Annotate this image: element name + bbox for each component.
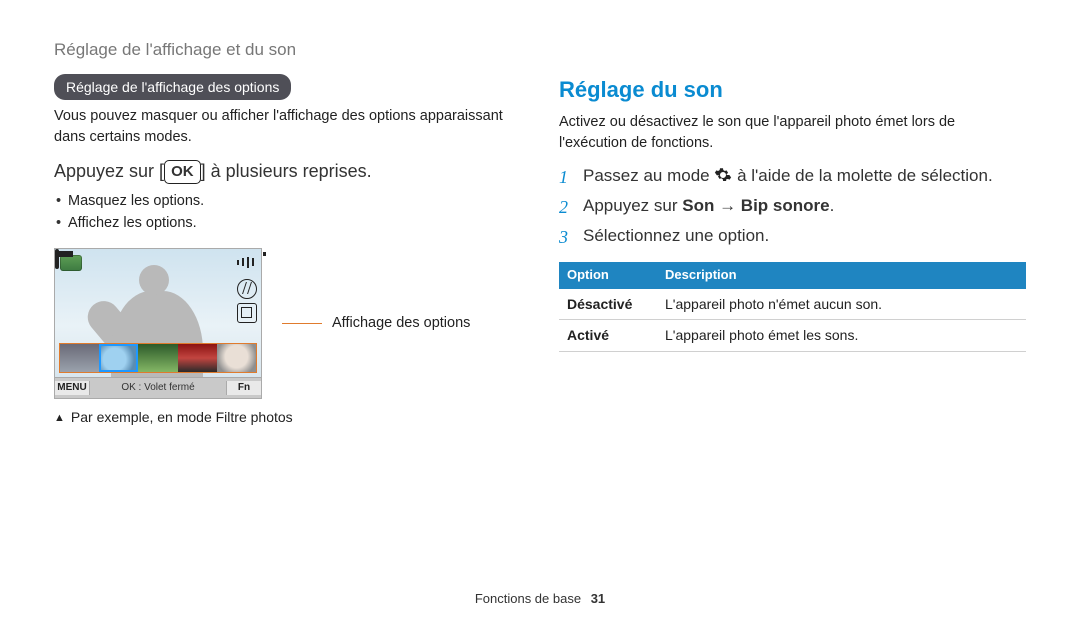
step2-bold-son: Son bbox=[682, 196, 714, 215]
ok-button-glyph: OK bbox=[164, 160, 201, 184]
step3-text: Sélectionnez une option. bbox=[583, 224, 769, 249]
options-highlight-box bbox=[59, 343, 257, 373]
step-2: 2 Appuyez sur Son → Bip sonore. bbox=[559, 194, 1026, 220]
footer-page-number: 31 bbox=[591, 591, 605, 606]
thumb-1 bbox=[60, 344, 99, 372]
cell-desc: L'appareil photo n'émet aucun son. bbox=[657, 289, 1026, 320]
menu-softkey: MENU bbox=[55, 381, 90, 396]
step2-bold-bip: Bip sonore bbox=[741, 196, 830, 215]
thumb-3 bbox=[138, 344, 177, 372]
filter-thumbnails bbox=[60, 344, 256, 372]
caption-text: Par exemple, en mode Filtre photos bbox=[71, 409, 293, 425]
thumb-2-selected bbox=[99, 344, 138, 372]
step-number-3: 3 bbox=[559, 224, 573, 250]
bullet-show: Affichez les options. bbox=[54, 213, 521, 234]
th-option: Option bbox=[559, 262, 657, 289]
cell-option: Désactivé bbox=[559, 289, 657, 320]
thumb-4 bbox=[178, 344, 217, 372]
step-number-1: 1 bbox=[559, 164, 573, 190]
screenshot-bottom-bar: MENU OK : Volet fermé Fn bbox=[55, 377, 261, 398]
press-post: ] à plusieurs reprises. bbox=[201, 161, 372, 181]
signal-icon bbox=[236, 255, 254, 269]
page-title: Réglage de l'affichage et du son bbox=[54, 40, 1026, 60]
th-description: Description bbox=[657, 262, 1026, 289]
step2-arrow: → bbox=[714, 196, 740, 215]
table-row: Désactivé L'appareil photo n'émet aucun … bbox=[559, 289, 1026, 320]
step-1: 1 Passez au mode à l'aide de la molette … bbox=[559, 164, 1026, 190]
page-footer: Fonctions de base 31 bbox=[0, 591, 1080, 606]
step-3: 3 Sélectionnez une option. bbox=[559, 224, 1026, 250]
steps-list: 1 Passez au mode à l'aide de la molette … bbox=[559, 164, 1026, 250]
step2-post: . bbox=[830, 196, 835, 215]
bar-center-text: OK : Volet fermé bbox=[90, 381, 226, 396]
press-pre: Appuyez sur [ bbox=[54, 161, 164, 181]
right-column: Réglage du son Activez ou désactivez le … bbox=[559, 74, 1026, 428]
heading-sound: Réglage du son bbox=[559, 74, 1026, 106]
table-row: Activé L'appareil photo émet les sons. bbox=[559, 320, 1026, 351]
battery-icon bbox=[55, 249, 59, 269]
cell-option: Activé bbox=[559, 320, 657, 351]
footer-section: Fonctions de base bbox=[475, 591, 581, 606]
fn-softkey: Fn bbox=[226, 381, 261, 396]
options-table: Option Description Désactivé L'appareil … bbox=[559, 262, 1026, 351]
screenshot-preview bbox=[55, 249, 261, 377]
gear-icon bbox=[714, 166, 732, 184]
step2-pre: Appuyez sur bbox=[583, 196, 682, 215]
thumb-5 bbox=[217, 344, 256, 372]
step-number-2: 2 bbox=[559, 194, 573, 220]
cell-desc: L'appareil photo émet les sons. bbox=[657, 320, 1026, 351]
camera-screenshot: MENU OK : Volet fermé Fn bbox=[54, 248, 262, 399]
globe-icon bbox=[237, 279, 257, 299]
press-instruction: Appuyez sur [OK] à plusieurs reprises. bbox=[54, 158, 521, 185]
step1-post: à l'aide de la molette de sélection. bbox=[737, 166, 993, 185]
step1-pre: Passez au mode bbox=[583, 166, 714, 185]
callout-pointer: Affichage des options bbox=[282, 313, 470, 334]
triangle-icon: ▲ bbox=[54, 411, 65, 427]
frame-icon bbox=[237, 303, 257, 323]
section-pill-display-options: Réglage de l'affichage des options bbox=[54, 74, 291, 100]
screenshot-caption: ▲ Par exemple, en mode Filtre photos bbox=[54, 407, 521, 428]
intro-text: Vous pouvez masquer ou afficher l'affich… bbox=[54, 106, 521, 148]
left-column: Réglage de l'affichage des options Vous … bbox=[54, 74, 521, 428]
scene-badge-icon bbox=[60, 255, 82, 271]
option-bullets: Masquez les options. Affichez les option… bbox=[54, 191, 521, 234]
callout-label: Affichage des options bbox=[332, 313, 470, 334]
sound-intro: Activez ou désactivez le son que l'appar… bbox=[559, 112, 1026, 154]
callout-line bbox=[282, 323, 322, 324]
bullet-hide: Masquez les options. bbox=[54, 191, 521, 212]
